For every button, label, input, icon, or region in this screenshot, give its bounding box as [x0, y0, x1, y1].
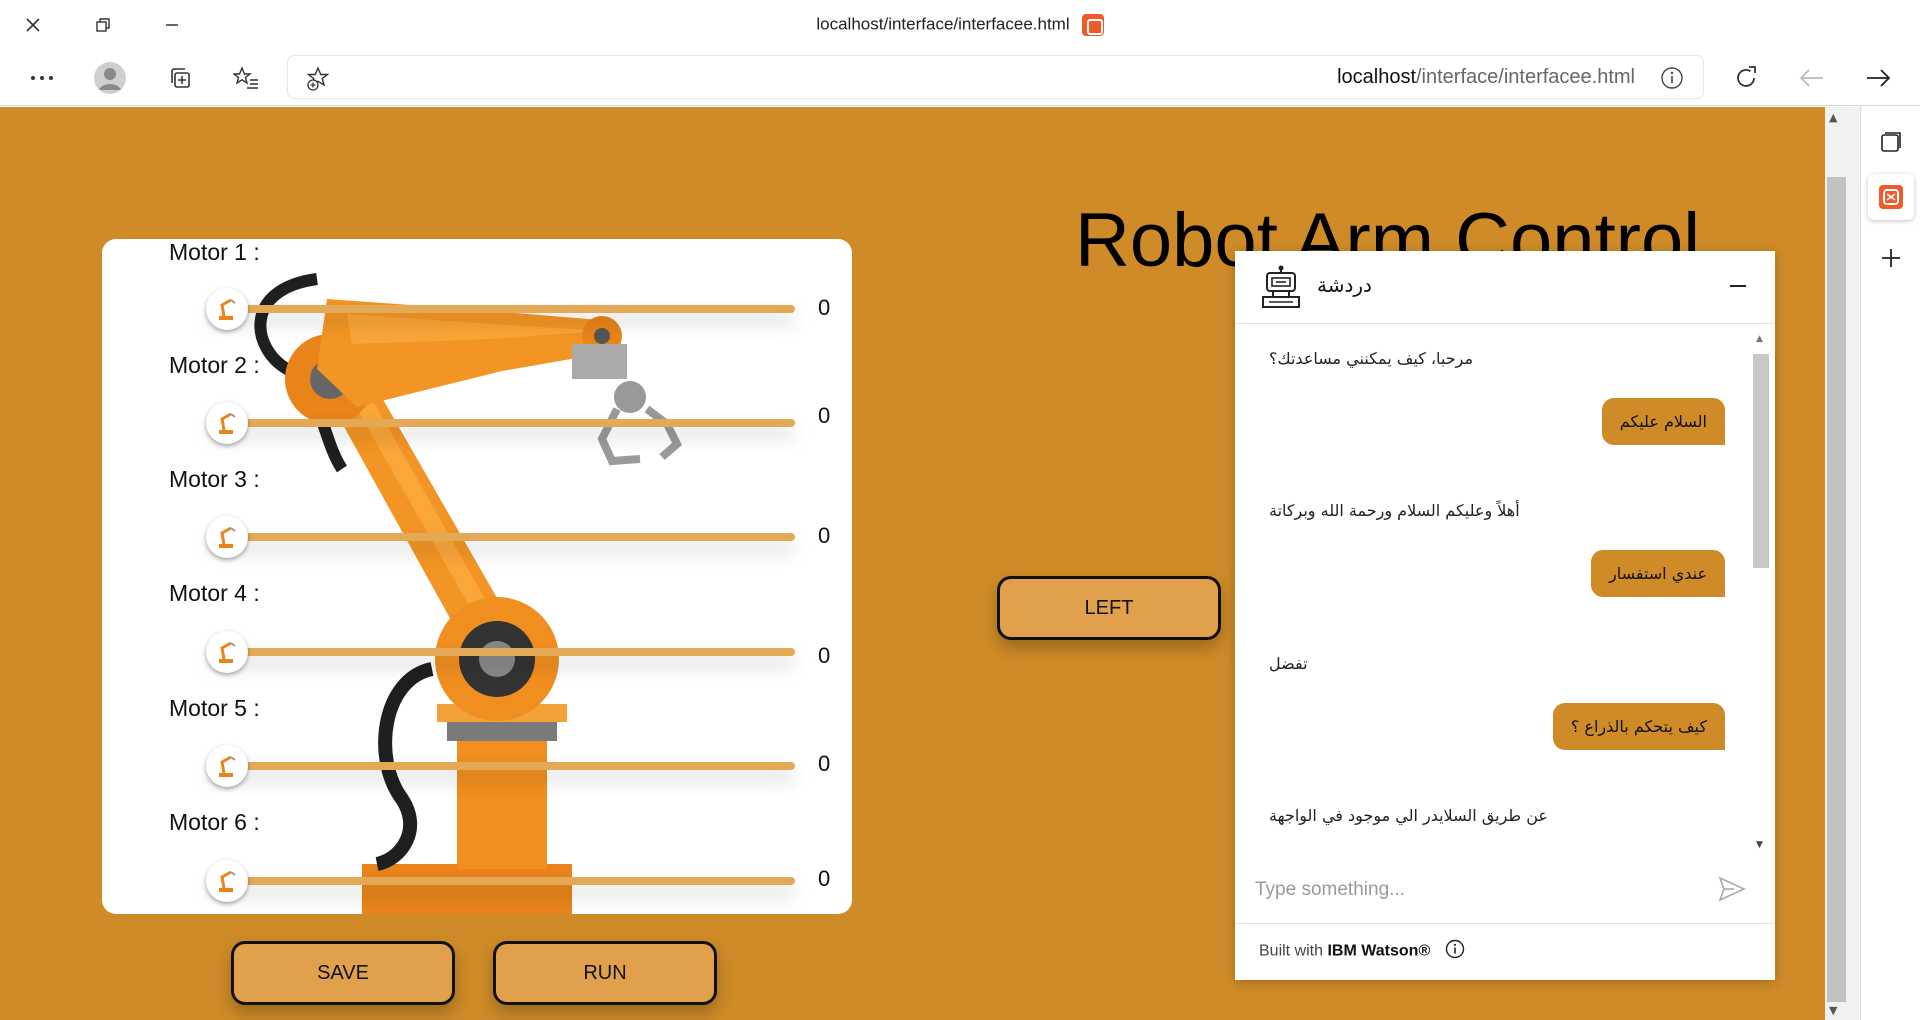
chat-scroll-thumb[interactable]: [1753, 354, 1769, 568]
motor-3-value: 0: [818, 523, 831, 548]
bot-message: أهلاً وعليكم السلام ورحمة الله وبركاتة: [1269, 501, 1520, 520]
motor-1-slider-thumb[interactable]: [206, 288, 248, 330]
motor-2-value: 0: [818, 403, 831, 428]
motor-5-value: 0: [818, 751, 831, 776]
window-titlebar: localhost/interface/interfacee.html: [0, 0, 1920, 50]
motor-3-slider-track[interactable]: [209, 533, 795, 541]
motor-6-slider-track[interactable]: [209, 877, 795, 885]
motor-3-label: Motor 3 :: [169, 466, 260, 492]
back-arrow-icon[interactable]: [1794, 60, 1830, 96]
chat-message-input[interactable]: [1255, 870, 1695, 910]
url-host: localhost: [1337, 66, 1416, 88]
user-message: كيف يتحكم بالذراع ؟: [1552, 703, 1725, 750]
motor-2-slider-thumb[interactable]: [206, 402, 248, 444]
minimize-chat-icon[interactable]: [1725, 273, 1751, 299]
add-favorite-star-icon[interactable]: [300, 60, 336, 96]
page-scroll-up-icon[interactable]: ▲: [1829, 111, 1837, 124]
motor-4-label: Motor 4 :: [169, 580, 260, 606]
motor-4-slider-track[interactable]: [209, 648, 795, 656]
new-tab-plus-icon[interactable]: [1873, 240, 1909, 276]
footer-brand: IBM Watson®: [1327, 942, 1431, 960]
window-title: localhost/interface/interfacee.html: [0, 14, 1920, 36]
forward-arrow-icon[interactable]: [1860, 60, 1896, 96]
motor-5-slider-thumb[interactable]: [206, 745, 248, 787]
more-options-icon[interactable]: [24, 60, 60, 96]
motor-2-slider-track[interactable]: [209, 419, 795, 427]
window-title-text: localhost/interface/interfacee.html: [816, 14, 1070, 34]
url-text[interactable]: localhost/interface/interfacee.html: [1337, 66, 1635, 89]
run-button[interactable]: RUN: [493, 941, 717, 1005]
motor-2-label: Motor 2 :: [169, 352, 260, 378]
send-icon[interactable]: [1717, 874, 1749, 906]
motor-3-slider-thumb[interactable]: [206, 516, 248, 558]
robot-arm-thumb-icon: [219, 526, 236, 548]
chat-footer: Built with IBM Watson®: [1259, 939, 1465, 964]
left-button[interactable]: LEFT: [997, 576, 1221, 640]
chat-messages: مرحبا، كيف يمكنني مساعدتك؟ السلام عليكم …: [1235, 324, 1775, 854]
page-scrollbar[interactable]: ▲ ▼: [1825, 107, 1860, 1020]
motor-1-slider-track[interactable]: [209, 305, 795, 313]
scroll-up-icon[interactable]: ▲: [1756, 334, 1763, 344]
page-viewport: Robot Arm Control Motor 1: 0 Motor 2: …: [0, 107, 1825, 1020]
browser-toolbar: localhost/interface/interfacee.html: [0, 50, 1920, 106]
profile-avatar-icon[interactable]: [92, 60, 128, 96]
user-message: عندي استفسار: [1590, 550, 1725, 597]
chat-title: دردشة: [1317, 273, 1372, 297]
motor-5-slider-track[interactable]: [209, 762, 795, 770]
footer-prefix: Built with: [1259, 942, 1324, 960]
page-scroll-thumb[interactable]: [1827, 177, 1846, 1002]
motor-1-label: Motor 1 :: [169, 239, 260, 265]
browser-side-rail: [1860, 106, 1920, 1020]
robot-arm-thumb-icon: [219, 870, 236, 892]
chat-widget: دردشة مرحبا، كيف يمكنني مساعدتك؟ السلام …: [1235, 251, 1775, 980]
robot-arm-thumb-icon: [219, 298, 236, 320]
motor-5-label: Motor 5 :: [169, 695, 260, 721]
page-scroll-down-icon[interactable]: ▼: [1829, 1004, 1837, 1017]
robot-arm-thumb-icon: [219, 412, 236, 434]
robot-arm-thumb-icon: [219, 641, 236, 663]
site-favicon-icon: [1081, 14, 1104, 36]
chat-header: دردشة: [1235, 251, 1775, 324]
motor-1-value: 0: [818, 295, 831, 320]
bot-message: مرحبا، كيف يمكنني مساعدتك؟: [1269, 349, 1474, 368]
info-icon[interactable]: [1445, 939, 1465, 964]
refresh-icon[interactable]: [1728, 60, 1764, 96]
motor-4-slider-thumb[interactable]: [206, 631, 248, 673]
url-path: /interface/interfacee.html: [1416, 66, 1635, 88]
active-tab-favicon-icon[interactable]: [1868, 174, 1914, 220]
favorites-list-icon[interactable]: [228, 60, 264, 96]
save-button[interactable]: SAVE: [231, 941, 455, 1005]
motor-6-label: Motor 6 :: [169, 809, 260, 835]
user-message: السلام عليكم: [1601, 398, 1725, 445]
address-bar[interactable]: localhost/interface/interfacee.html: [288, 56, 1703, 98]
chat-scrollbar[interactable]: ▲ ▼: [1751, 332, 1771, 852]
collections-icon[interactable]: [162, 60, 198, 96]
site-info-icon[interactable]: [1654, 60, 1690, 96]
bot-message: تفضل: [1269, 654, 1308, 673]
motor-6-value: 0: [818, 866, 831, 891]
chat-input-area: [1235, 854, 1775, 924]
motor-4-value: 0: [818, 643, 831, 668]
bot-message: عن طريق السلايدر الي موجود في الواجهة: [1269, 806, 1548, 825]
robot-arm-thumb-icon: [219, 755, 236, 777]
chat-bot-icon: [1261, 265, 1301, 309]
tab-actions-icon[interactable]: [1873, 124, 1909, 160]
scroll-down-icon[interactable]: ▼: [1756, 840, 1763, 850]
motor-6-slider-thumb[interactable]: [206, 860, 248, 902]
